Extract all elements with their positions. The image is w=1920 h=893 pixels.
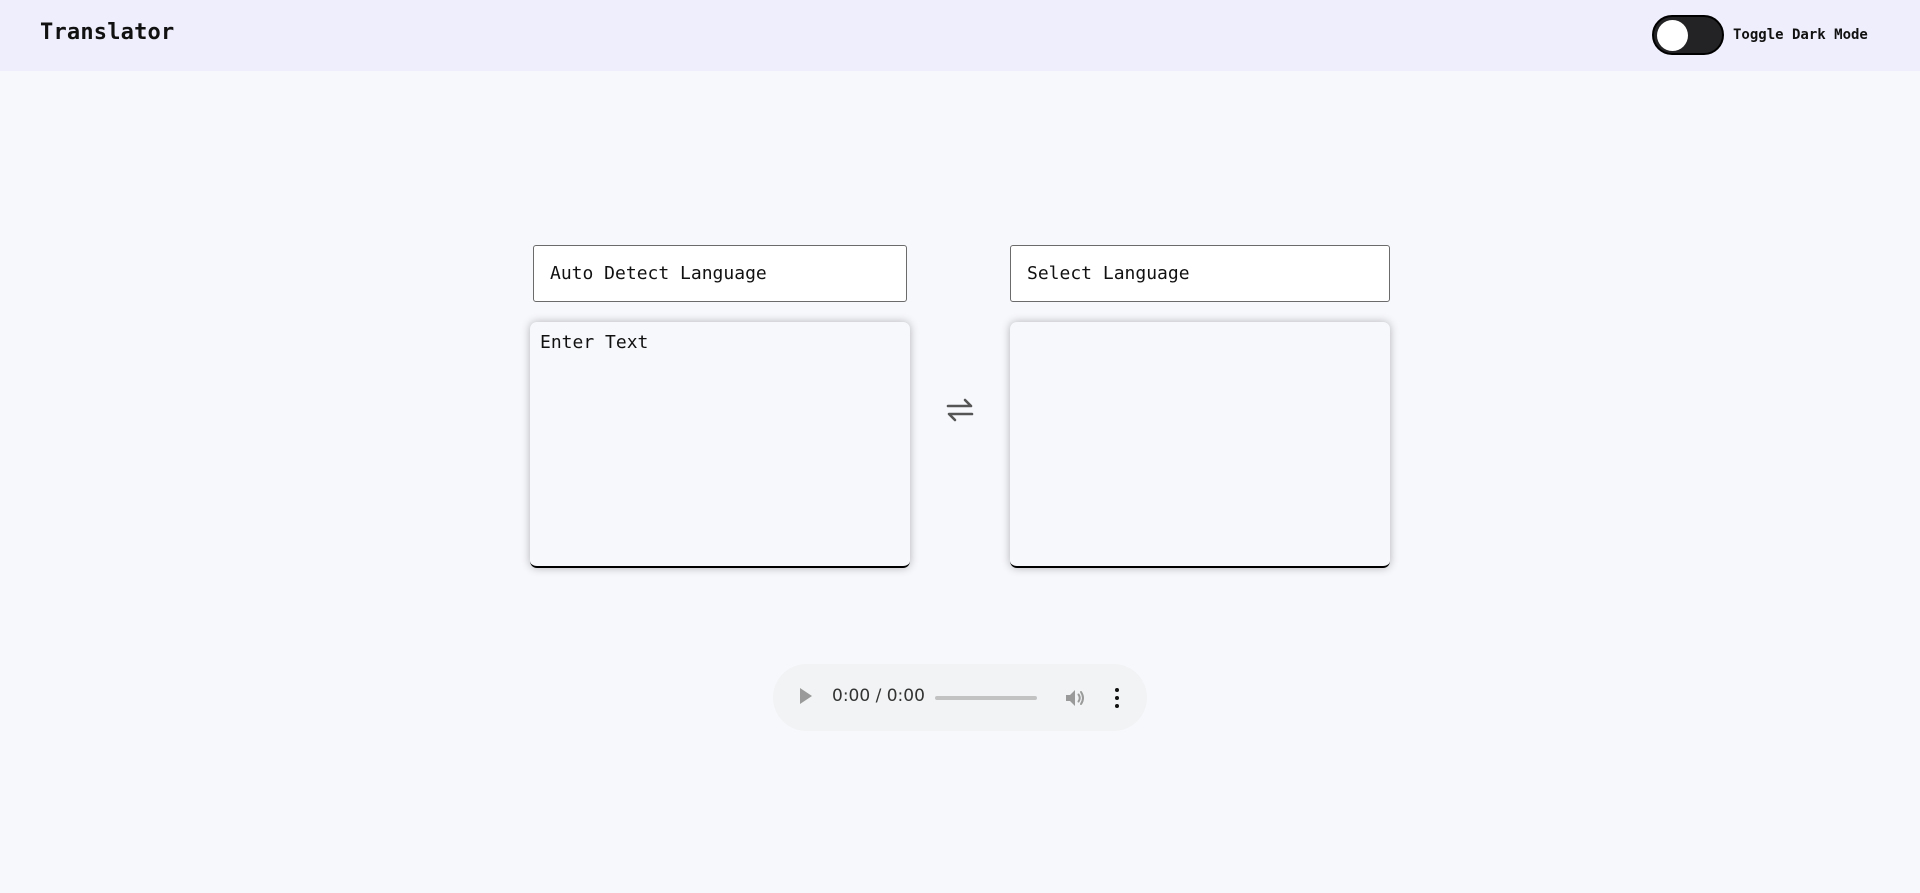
top-navbar: Translator Toggle Dark Mode xyxy=(0,0,1920,71)
target-language-select[interactable]: Select Language xyxy=(1010,245,1390,302)
audio-seek-bar[interactable] xyxy=(935,696,1037,700)
source-text-placeholder: Enter Text xyxy=(540,332,649,353)
source-text-input[interactable]: Enter Text xyxy=(530,322,910,568)
volume-icon[interactable] xyxy=(1063,686,1087,710)
toggle-knob xyxy=(1657,20,1688,51)
translated-text-output[interactable] xyxy=(1010,322,1390,568)
audio-time: 0:00 / 0:00 xyxy=(832,686,925,706)
play-icon[interactable] xyxy=(800,688,812,704)
audio-player: 0:00 / 0:00 xyxy=(773,664,1147,731)
dark-mode-label: Toggle Dark Mode xyxy=(1733,27,1868,43)
source-language-select[interactable]: Auto Detect Language xyxy=(533,245,907,302)
dark-mode-control: Toggle Dark Mode xyxy=(1652,14,1868,56)
dark-mode-toggle[interactable] xyxy=(1652,15,1724,55)
more-options-icon[interactable] xyxy=(1111,686,1123,710)
app-title: Translator xyxy=(40,20,175,45)
swap-arrows-icon[interactable] xyxy=(944,394,976,426)
